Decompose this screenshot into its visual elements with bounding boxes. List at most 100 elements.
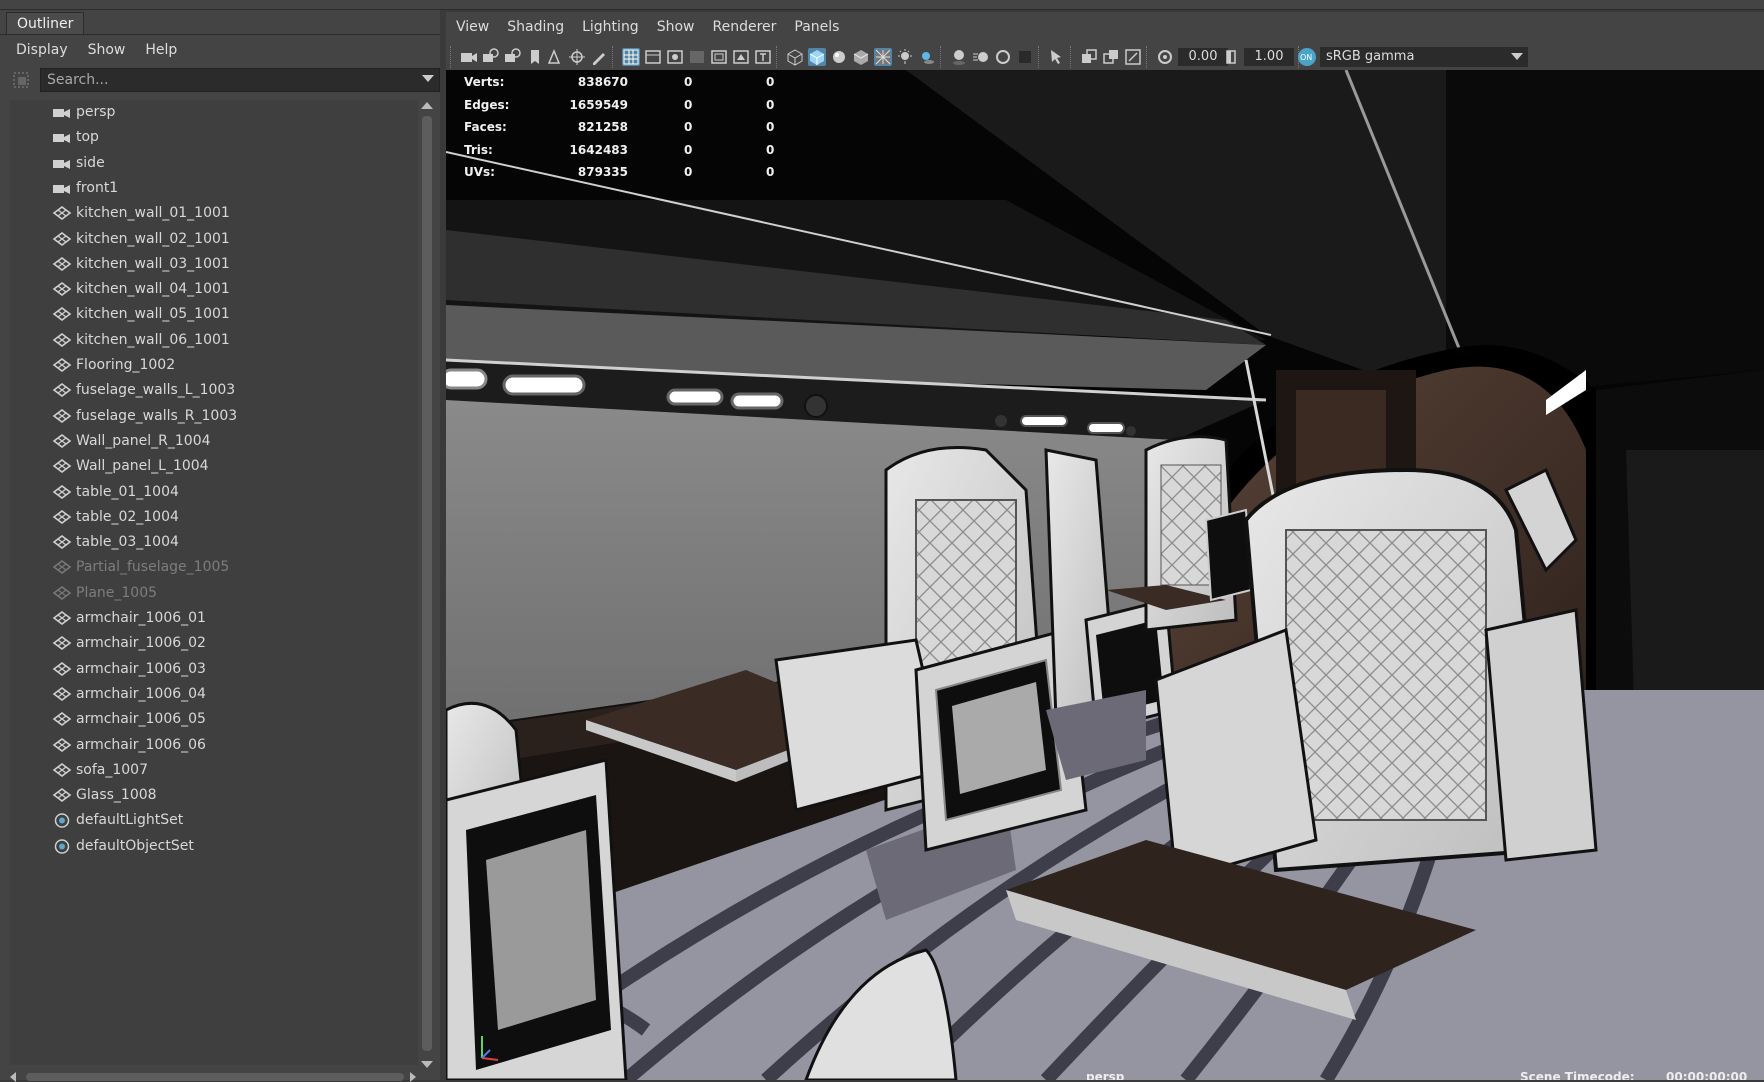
camera-attributes-icon[interactable]: [482, 48, 500, 66]
tab-divider: [0, 34, 440, 35]
grease-pencil-icon[interactable]: [590, 48, 608, 66]
outliner-item[interactable]: kitchen_wall_05_1001: [10, 302, 410, 327]
shadows-icon[interactable]: [918, 48, 936, 66]
menu-show[interactable]: Show: [647, 14, 703, 40]
motion-blur-icon[interactable]: [972, 48, 990, 66]
outliner-item-label: fuselage_walls_L_1003: [76, 382, 236, 399]
outliner-item[interactable]: armchair_1006_03: [10, 657, 410, 682]
xray-icon[interactable]: [1080, 48, 1098, 66]
outliner-panel: Outliner Display Show Help persp top side f…: [0, 10, 440, 1082]
menu-shading[interactable]: Shading: [497, 14, 572, 40]
select-camera-icon[interactable]: [460, 48, 478, 66]
screen-space-ao-icon[interactable]: [950, 48, 968, 66]
default-material-icon[interactable]: [830, 48, 848, 66]
outliner-item[interactable]: kitchen_wall_01_1001: [10, 201, 410, 226]
film-gate-icon[interactable]: [644, 48, 662, 66]
outliner-item[interactable]: armchair_1006_04: [10, 682, 410, 707]
outliner-item[interactable]: armchair_1006_02: [10, 631, 410, 656]
outliner-vertical-scrollbar[interactable]: [420, 100, 433, 1075]
textured-icon[interactable]: [852, 48, 870, 66]
scroll-down-icon[interactable]: [421, 1061, 433, 1068]
scroll-thumb[interactable]: [422, 116, 432, 1051]
outliner-item[interactable]: table_02_1004: [10, 505, 410, 530]
search-dropdown-icon[interactable]: [422, 75, 434, 82]
outliner-item[interactable]: defaultLightSet: [10, 808, 410, 833]
use-all-lights-icon[interactable]: [896, 48, 914, 66]
view-transform-select[interactable]: sRGB gamma: [1320, 47, 1520, 67]
gamma-icon[interactable]: [1222, 48, 1240, 66]
gamma-field[interactable]: 1.00: [1244, 48, 1294, 66]
outliner-item[interactable]: fuselage_walls_R_1003: [10, 404, 410, 429]
outliner-item[interactable]: Wall_panel_R_1004: [10, 429, 410, 454]
hud-value: 838670: [577, 75, 628, 89]
outliner-item[interactable]: armchair_1006_01: [10, 606, 410, 631]
exposure-field[interactable]: 0.00: [1178, 48, 1228, 66]
scroll-left-icon[interactable]: [10, 1072, 16, 1082]
outliner-item[interactable]: top: [10, 125, 410, 150]
outliner-tab[interactable]: Outliner: [6, 12, 85, 34]
wireframe-on-shaded-icon[interactable]: [874, 48, 892, 66]
gate-mask-icon[interactable]: [688, 48, 706, 66]
isolate-select-icon[interactable]: [1048, 48, 1066, 66]
outliner-item[interactable]: front1: [10, 176, 410, 201]
3d-viewport[interactable]: Verts: 838670 0 0 Edges: 1659549 0 0 Faces: 82125…: [446, 70, 1764, 1080]
smooth-shade-icon[interactable]: [808, 48, 826, 66]
menu-lighting[interactable]: Lighting: [572, 14, 647, 40]
menu-renderer[interactable]: Renderer: [702, 14, 784, 40]
outliner-item[interactable]: Wall_panel_L_1004: [10, 454, 410, 479]
xray-active-components-icon[interactable]: [1102, 48, 1120, 66]
menu-panels[interactable]: Panels: [784, 14, 847, 40]
outliner-item[interactable]: Flooring_1002: [10, 353, 410, 378]
image-plane-icon[interactable]: [546, 48, 564, 66]
outliner-item[interactable]: sofa_1007: [10, 758, 410, 783]
outliner-item[interactable]: kitchen_wall_02_1001: [10, 227, 410, 252]
resolution-gate-icon[interactable]: [666, 48, 684, 66]
outliner-item[interactable]: Glass_1008: [10, 783, 410, 808]
menu-help[interactable]: Help: [135, 38, 187, 62]
outliner-horizontal-scrollbar[interactable]: [10, 1072, 420, 1082]
wireframe-icon[interactable]: [786, 48, 804, 66]
bookmark-camera-icon[interactable]: [504, 48, 522, 66]
outliner-item[interactable]: persp: [10, 100, 410, 125]
safe-action-icon[interactable]: [732, 48, 750, 66]
outliner-item[interactable]: kitchen_wall_03_1001: [10, 252, 410, 277]
outliner-item[interactable]: fuselage_walls_L_1003: [10, 378, 410, 403]
scroll-right-icon[interactable]: [410, 1072, 416, 1082]
outliner-item[interactable]: Partial_fuselage_1005: [10, 555, 410, 580]
outliner-item-label: kitchen_wall_03_1001: [76, 255, 230, 272]
menu-show[interactable]: Show: [78, 38, 136, 62]
2d-pan-zoom-icon[interactable]: [568, 48, 586, 66]
outliner-item[interactable]: table_03_1004: [10, 530, 410, 555]
view-transform-dropdown-icon[interactable]: [1506, 47, 1528, 67]
field-chart-icon[interactable]: [710, 48, 728, 66]
outliner-item-label: kitchen_wall_02_1001: [76, 230, 230, 247]
outliner-item[interactable]: armchair_1006_05: [10, 707, 410, 732]
anti-aliasing-icon[interactable]: [994, 48, 1012, 66]
outliner-item-label: sofa_1007: [76, 761, 148, 778]
outliner-item[interactable]: table_01_1004: [10, 480, 410, 505]
outliner-item-label: armchair_1006_03: [76, 660, 206, 677]
outliner-item[interactable]: defaultObjectSet: [10, 834, 410, 859]
menu-view[interactable]: View: [446, 14, 497, 40]
menu-display[interactable]: Display: [6, 38, 78, 62]
safe-title-icon[interactable]: [754, 48, 772, 66]
filter-icon[interactable]: [12, 70, 32, 90]
mesh-icon: [52, 737, 72, 753]
outliner-item[interactable]: kitchen_wall_06_1001: [10, 328, 410, 353]
grid-icon[interactable]: [622, 48, 640, 66]
outliner-item[interactable]: Plane_1005: [10, 581, 410, 606]
scroll-up-icon[interactable]: [421, 102, 433, 109]
hud-value: 821258: [577, 120, 628, 134]
outliner-item[interactable]: kitchen_wall_04_1001: [10, 277, 410, 302]
outliner-item[interactable]: armchair_1006_06: [10, 733, 410, 758]
xray-joints-icon[interactable]: [1124, 48, 1142, 66]
mesh-icon: [52, 484, 72, 500]
bookmark-icon[interactable]: [526, 48, 544, 66]
mesh-icon: [52, 661, 72, 677]
color-management-icon[interactable]: ON: [1298, 48, 1316, 66]
exposure-icon[interactable]: [1156, 48, 1174, 66]
viewport-scene: [446, 70, 1764, 1080]
depth-of-field-icon[interactable]: [1016, 48, 1034, 66]
outliner-item[interactable]: side: [10, 151, 410, 176]
search-input[interactable]: [40, 68, 440, 92]
